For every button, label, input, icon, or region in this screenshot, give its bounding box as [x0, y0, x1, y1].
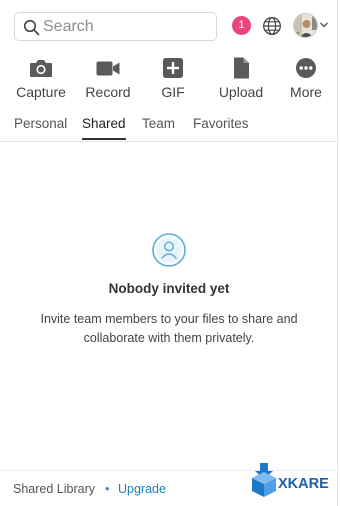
upload-label: Upload: [218, 84, 264, 100]
record-button[interactable]: Record: [75, 56, 141, 102]
search-box[interactable]: [14, 12, 217, 41]
watermark-logo: XKARE: [252, 463, 329, 497]
video-icon: [96, 61, 120, 76]
chevron-down-icon[interactable]: [319, 21, 329, 29]
notification-badge[interactable]: 1: [232, 16, 251, 35]
user-icon: [152, 233, 186, 267]
tab-favorites[interactable]: Favorites: [193, 116, 249, 138]
user-avatar[interactable]: [293, 13, 318, 38]
empty-state-description: Invite team members to your files to sha…: [40, 312, 298, 345]
avatar-image: [294, 14, 317, 37]
more-label: More: [290, 84, 322, 100]
search-input[interactable]: [43, 16, 211, 38]
tab-team[interactable]: Team: [142, 116, 175, 138]
empty-state: Nobody invited yet Invite team members t…: [0, 232, 338, 348]
capture-toolbar: Capture Record GIF Upload More: [0, 56, 338, 104]
more-icon: [296, 58, 316, 78]
app-panel: 1 Capt: [0, 0, 338, 506]
globe-icon[interactable]: [262, 16, 282, 36]
footer-separator: •: [105, 482, 110, 496]
record-label: Record: [85, 84, 131, 100]
library-tabs: Personal Shared Team Favorites: [0, 112, 338, 142]
upgrade-link[interactable]: Upgrade: [118, 482, 166, 496]
gif-button[interactable]: GIF: [140, 56, 206, 102]
gif-label: GIF: [161, 84, 185, 100]
watermark-text: XKARE: [278, 476, 329, 492]
more-button[interactable]: More: [273, 56, 339, 102]
shared-library-label: Shared Library: [13, 482, 95, 496]
tab-shared[interactable]: Shared: [82, 116, 126, 140]
upload-button[interactable]: Upload: [208, 56, 274, 102]
tab-personal[interactable]: Personal: [14, 116, 67, 138]
capture-button[interactable]: Capture: [8, 56, 74, 102]
top-bar: 1: [14, 12, 332, 42]
gif-icon: [163, 58, 183, 78]
file-icon: [234, 57, 249, 79]
capture-label: Capture: [16, 84, 66, 100]
camera-icon: [30, 60, 52, 77]
empty-state-title: Nobody invited yet: [108, 281, 230, 296]
search-icon: [23, 19, 40, 36]
